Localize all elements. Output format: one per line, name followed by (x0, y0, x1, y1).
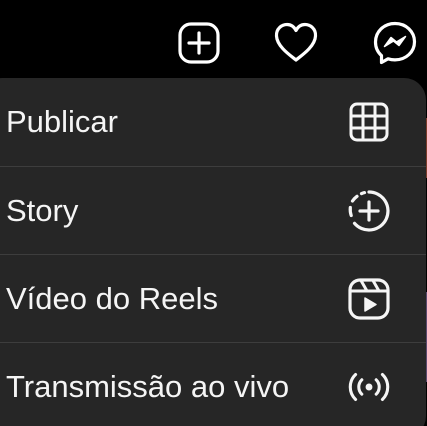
create-button[interactable] (176, 20, 222, 66)
menu-item-story[interactable]: Story (0, 167, 426, 255)
menu-item-label: Publicar (6, 104, 118, 139)
menu-item-post[interactable]: Publicar (0, 78, 426, 166)
menu-item-live[interactable]: Transmissão ao vivo (0, 343, 426, 426)
notifications-button[interactable] (273, 20, 319, 66)
menu-item-label: Vídeo do Reels (6, 281, 218, 316)
live-broadcast-icon (346, 364, 392, 410)
menu-item-label: Story (6, 193, 79, 228)
story-add-icon (346, 188, 392, 234)
heart-icon (274, 22, 318, 62)
plus-square-icon (178, 22, 220, 64)
reels-icon (346, 276, 392, 322)
menu-item-reels[interactable]: Vídeo do Reels (0, 255, 426, 343)
create-menu: Publicar Story Vídeo do Reels Transmissã… (0, 78, 426, 426)
grid-icon (346, 99, 392, 145)
messenger-icon (373, 21, 417, 65)
messenger-button[interactable] (372, 20, 418, 66)
menu-item-label: Transmissão ao vivo (6, 369, 290, 404)
instagram-create-menu-screen: Publicar Story Vídeo do Reels Transmissã… (0, 0, 427, 426)
